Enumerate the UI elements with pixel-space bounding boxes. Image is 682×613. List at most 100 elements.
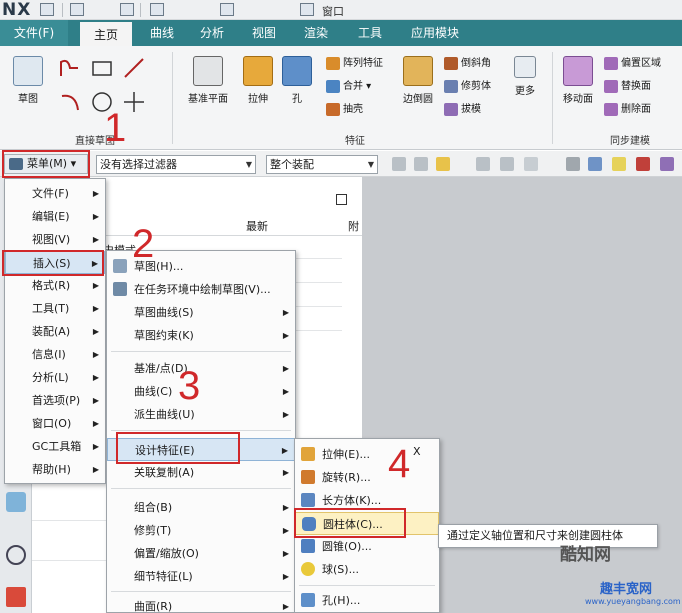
menu-item-associative-copy[interactable]: 关联复制(A) ▶ bbox=[107, 461, 295, 484]
selection-filter-combo[interactable]: 没有选择过滤器 ▼ bbox=[96, 155, 256, 174]
tab-home[interactable]: 主页 bbox=[80, 20, 132, 46]
vector-icon[interactable] bbox=[476, 157, 490, 171]
extrude-icon bbox=[243, 56, 273, 86]
replace-face-button[interactable]: 替换面 bbox=[604, 77, 651, 93]
menu-item-preferences[interactable]: 首选项(P) ▶ bbox=[5, 389, 105, 412]
shell-button[interactable]: 抽壳 bbox=[326, 100, 363, 116]
extrude-button[interactable]: 拉伸 bbox=[238, 56, 278, 105]
move-face-icon bbox=[563, 56, 593, 86]
profile-icon[interactable] bbox=[58, 56, 82, 80]
menu-item-sphere[interactable]: 球(S)... bbox=[295, 558, 439, 581]
delete-face-button[interactable]: 删除面 bbox=[604, 100, 651, 116]
menu-item-offset-scale[interactable]: 偏置/缩放(O) ▶ bbox=[107, 542, 295, 565]
menu-item-revolve[interactable]: 旋转(R)... bbox=[295, 466, 439, 489]
copy-icon[interactable] bbox=[150, 3, 164, 16]
tab-analysis[interactable]: 分析 bbox=[190, 20, 234, 46]
menu-item-combine[interactable]: 组合(B) ▶ bbox=[107, 496, 295, 519]
undo-icon[interactable] bbox=[70, 3, 84, 16]
watermark-brand: 酷知网 bbox=[560, 545, 611, 565]
tab-view[interactable]: 视图 bbox=[242, 20, 286, 46]
assembly-scope-combo[interactable]: 整个装配 ▼ bbox=[266, 155, 378, 174]
delete-face-icon bbox=[604, 102, 618, 116]
history-clock-icon[interactable] bbox=[6, 545, 26, 565]
save-icon[interactable] bbox=[40, 3, 54, 16]
menu-item-label: 帮助(H) bbox=[32, 463, 71, 476]
menu-item-label: 信息(I) bbox=[32, 348, 66, 361]
menu-item-analysis[interactable]: 分析(L) ▶ bbox=[5, 366, 105, 389]
menu-item-view[interactable]: 视图(V) ▶ bbox=[5, 228, 105, 251]
point-snap-icon[interactable] bbox=[436, 157, 450, 171]
assembly-navigator-icon[interactable] bbox=[6, 492, 26, 512]
menu-separator bbox=[111, 351, 291, 352]
menu-item-label: 细节特征(L) bbox=[134, 570, 193, 583]
menu-item-format[interactable]: 格式(R) ▶ bbox=[5, 274, 105, 297]
role-icon[interactable] bbox=[6, 587, 26, 607]
line-tool-icon[interactable] bbox=[636, 157, 650, 171]
view-icon[interactable] bbox=[566, 157, 580, 171]
menu-item-detail-feature[interactable]: 细节特征(L) ▶ bbox=[107, 565, 295, 588]
line-icon[interactable] bbox=[122, 56, 146, 80]
offset-region-button[interactable]: 偏置区域 bbox=[604, 54, 661, 70]
menu-item-hole[interactable]: 孔(H)... bbox=[295, 589, 439, 612]
trim-body-button[interactable]: 修剪体 bbox=[444, 77, 491, 93]
menu-item-curve[interactable]: 曲线(C) ▶ bbox=[107, 380, 295, 403]
tab-application[interactable]: 应用模块 bbox=[398, 20, 472, 46]
draft-label: 拔模 bbox=[461, 104, 481, 115]
box-select-icon[interactable] bbox=[524, 157, 538, 171]
menu-item-sketch-in-task[interactable]: 在任务环境中绘制草图(V)... bbox=[107, 278, 295, 301]
rectangle-icon[interactable] bbox=[90, 56, 114, 80]
toolbar-divider bbox=[140, 3, 141, 17]
maximize-icon[interactable] bbox=[336, 194, 347, 205]
menu-item-surface[interactable]: 曲面(R) ▶ bbox=[107, 595, 295, 613]
menu-item-edit[interactable]: 编辑(E) ▶ bbox=[5, 205, 105, 228]
menu-item-cone[interactable]: 圆锥(O)... bbox=[295, 535, 439, 558]
menu-item-derived-curve[interactable]: 派生曲线(U) ▶ bbox=[107, 403, 295, 426]
unite-button[interactable]: 合并 ▾ bbox=[326, 77, 371, 93]
chevron-right-icon: ▶ bbox=[92, 442, 99, 451]
step-4-number: 4 bbox=[388, 442, 411, 486]
edge-blend-button[interactable]: 边倒圆 bbox=[396, 56, 440, 105]
chevron-right-icon: ▶ bbox=[92, 189, 99, 198]
menu-item-tools[interactable]: 工具(T) ▶ bbox=[5, 297, 105, 320]
tab-curve[interactable]: 曲线 bbox=[140, 20, 184, 46]
tab-file[interactable]: 文件(F) bbox=[0, 20, 68, 46]
tab-render[interactable]: 渲染 bbox=[294, 20, 338, 46]
grid-dots-icon[interactable] bbox=[612, 157, 626, 171]
redo-icon[interactable] bbox=[120, 3, 134, 16]
csys-icon[interactable] bbox=[500, 157, 514, 171]
chamfer-button[interactable]: 倒斜角 bbox=[444, 54, 491, 70]
menu-item-information[interactable]: 信息(I) ▶ bbox=[5, 343, 105, 366]
menu-item-window[interactable]: 窗口(O) ▶ bbox=[5, 412, 105, 435]
menu-item-file[interactable]: 文件(F) ▶ bbox=[5, 182, 105, 205]
more-button[interactable]: 更多 bbox=[508, 56, 542, 97]
move-face-button[interactable]: 移动面 bbox=[556, 56, 600, 105]
snap-icon[interactable] bbox=[392, 157, 406, 171]
window-icon[interactable] bbox=[300, 3, 314, 16]
tab-tools[interactable]: 工具 bbox=[348, 20, 392, 46]
menu-item-label: 编辑(E) bbox=[32, 210, 70, 223]
pattern-feature-button[interactable]: 阵列特征 bbox=[326, 54, 383, 70]
menu-item-label: 文件(F) bbox=[32, 187, 69, 200]
menu-item-gc-toolkit[interactable]: GC工具箱 ▶ bbox=[5, 435, 105, 458]
column-extra[interactable]: 附 bbox=[348, 218, 359, 234]
select-icon[interactable] bbox=[414, 157, 428, 171]
window-menu-label[interactable]: 窗口 bbox=[322, 3, 344, 19]
draft-button[interactable]: 拔模 bbox=[444, 100, 481, 116]
menu-item-assembly[interactable]: 装配(A) ▶ bbox=[5, 320, 105, 343]
menu-item-sketch-curve[interactable]: 草图曲线(S) ▶ bbox=[107, 301, 295, 324]
menu-item-trim[interactable]: 修剪(T) ▶ bbox=[107, 519, 295, 542]
menu-item-datum-point[interactable]: 基准/点(D) ▶ bbox=[107, 357, 295, 380]
paste-icon[interactable] bbox=[220, 3, 234, 16]
arc-icon[interactable] bbox=[58, 90, 82, 114]
column-latest[interactable]: 最新 bbox=[246, 218, 268, 234]
shaded-icon[interactable] bbox=[588, 157, 602, 171]
more-icon bbox=[514, 56, 536, 78]
menu-item-sketch-constraint[interactable]: 草图约束(K) ▶ bbox=[107, 324, 295, 347]
pattern-feature-label: 阵列特征 bbox=[343, 58, 383, 69]
menu-item-help[interactable]: 帮助(H) ▶ bbox=[5, 458, 105, 481]
hole-button[interactable]: 孔 bbox=[280, 56, 314, 105]
chevron-right-icon: ▶ bbox=[282, 308, 289, 317]
pen-icon[interactable] bbox=[660, 157, 674, 171]
sketch-button[interactable]: 草图 bbox=[8, 56, 48, 105]
datum-plane-button[interactable]: 基准平面 bbox=[180, 56, 236, 105]
